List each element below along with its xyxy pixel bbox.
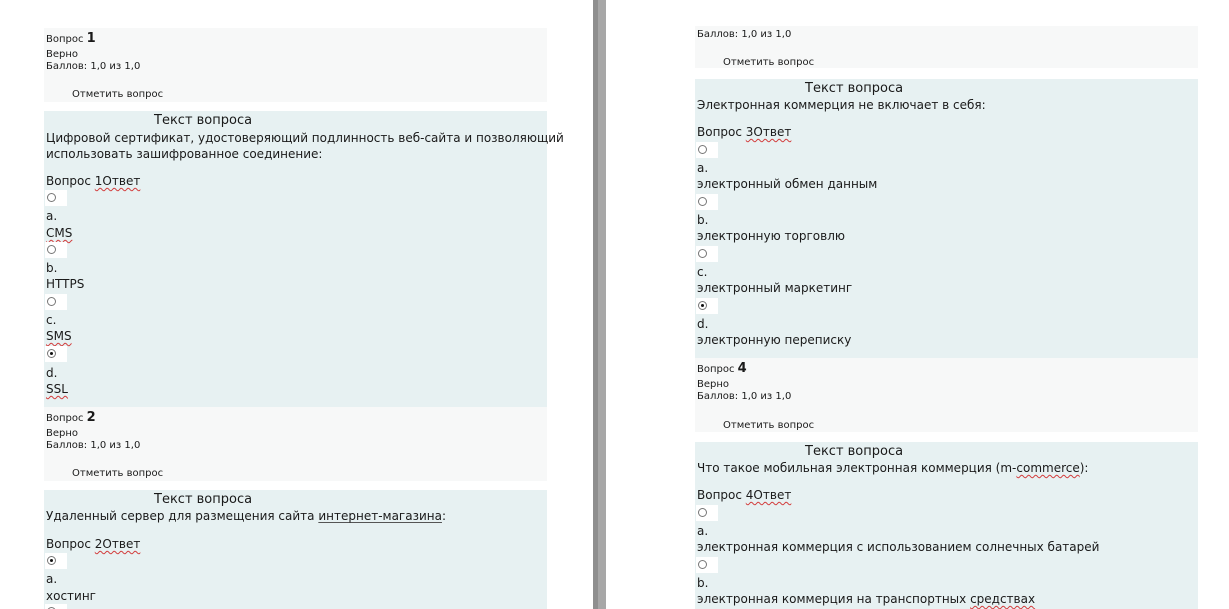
- question-1-score: Баллов: 1,0 из 1,0: [46, 61, 141, 72]
- question-2-option-b-radio[interactable]: [45, 604, 67, 609]
- question-number: 1: [86, 31, 96, 46]
- question-1-option-b-radio[interactable]: [45, 242, 67, 258]
- question-3-option-c-text[interactable]: электронный маркетинг: [697, 281, 852, 296]
- question-2-option-a-letter: a.: [46, 572, 58, 586]
- question-3-option-b-text[interactable]: электронную торговлю: [697, 229, 845, 244]
- question-4-option-b-text[interactable]: электронная коммерция на транспортных ср…: [697, 592, 1035, 607]
- question-2-option-a-radio[interactable]: [45, 553, 67, 569]
- question-4-heading: Текст вопроса: [805, 444, 904, 459]
- question-4-option-a-text[interactable]: электронная коммерция с использованием с…: [697, 540, 1099, 555]
- question-2-score: Баллов: 1,0 из 1,0: [46, 440, 141, 451]
- question-3-option-b-radio[interactable]: [696, 194, 718, 210]
- question-3-option-c-letter: c.: [697, 265, 708, 279]
- question-1-option-c-text[interactable]: SMS: [46, 329, 72, 344]
- question-4-answer-label: Вопрос 4Ответ: [697, 488, 792, 502]
- question-3-option-d-text[interactable]: электронную переписку: [697, 333, 851, 348]
- question-3-option-d-letter: d.: [697, 317, 709, 331]
- question-4-option-b-radio[interactable]: [696, 557, 718, 573]
- question-4-option-b-letter: b.: [697, 576, 709, 590]
- question-4-score: Баллов: 1,0 из 1,0: [697, 391, 792, 402]
- question-1-option-a-letter: a.: [46, 209, 58, 223]
- question-3-flag-link[interactable]: Отметить вопрос: [723, 57, 814, 68]
- document-page-right: Баллов: 1,0 из 1,0 Отметить вопрос Текст…: [606, 0, 1229, 609]
- question-3-text: Электронная коммерция не включает в себя…: [697, 98, 986, 112]
- question-2-text: Удаленный сервер для размещения сайта ин…: [46, 509, 447, 523]
- question-1-option-b-text[interactable]: HTTPS: [46, 277, 84, 292]
- question-3-heading: Текст вопроса: [805, 81, 904, 96]
- question-2-heading: Текст вопроса: [154, 492, 253, 507]
- document-page-left: Вопрос 1 Верно Баллов: 1,0 из 1,0 Отмети…: [0, 0, 593, 609]
- question-1-heading: Текст вопроса: [154, 113, 253, 128]
- question-3-option-a-radio[interactable]: [696, 142, 718, 158]
- question-1-title: Вопрос 1: [46, 32, 96, 46]
- question-1-option-a-radio[interactable]: [45, 190, 67, 206]
- question-4-title: Вопрос 4: [697, 361, 747, 376]
- question-2-answer-label: Вопрос 2Ответ: [46, 537, 141, 551]
- question-1-option-d-letter: d.: [46, 366, 58, 380]
- question-4-option-a-radio[interactable]: [696, 505, 718, 521]
- question-1-option-a-text[interactable]: CMS: [46, 226, 72, 241]
- question-2-flag-link[interactable]: Отметить вопрос: [72, 468, 163, 479]
- question-1-option-b-letter: b.: [46, 261, 58, 275]
- question-1-option-c-letter: c.: [46, 313, 57, 327]
- question-label: Вопрос: [46, 34, 84, 45]
- question-1-option-d-text[interactable]: SSL: [46, 382, 68, 397]
- question-4-option-a-letter: a.: [697, 524, 709, 538]
- question-1-text-line-1: Цифровой сертификат, удостоверяющий подл…: [46, 131, 564, 145]
- question-3-answer-label: Вопрос 3Ответ: [697, 125, 792, 139]
- question-2-title: Вопрос 2: [46, 410, 96, 425]
- question-3-option-b-letter: b.: [697, 213, 709, 227]
- question-3-score: Баллов: 1,0 из 1,0: [697, 29, 792, 40]
- page-gutter-shadow: [593, 0, 598, 609]
- question-3-option-a-letter: a.: [697, 161, 709, 175]
- question-1-answer-label: Вопрос 1Ответ: [46, 174, 141, 188]
- question-1-option-d-radio[interactable]: [45, 346, 67, 362]
- question-4-text: Что такое мобильная электронная коммерци…: [697, 461, 1089, 475]
- question-1-flag-link[interactable]: Отметить вопрос: [72, 89, 163, 100]
- question-3-option-d-radio[interactable]: [696, 298, 718, 314]
- question-3-option-c-radio[interactable]: [696, 246, 718, 262]
- question-3-option-a-text[interactable]: электронный обмен данным: [697, 177, 877, 192]
- question-1-option-c-radio[interactable]: [45, 294, 67, 310]
- question-4-flag-link[interactable]: Отметить вопрос: [723, 420, 814, 431]
- question-2-option-a-text[interactable]: хостинг: [46, 589, 96, 604]
- question-3-body: [695, 79, 1198, 358]
- question-1-text-line-2: использовать зашифрованное соединение:: [46, 147, 323, 161]
